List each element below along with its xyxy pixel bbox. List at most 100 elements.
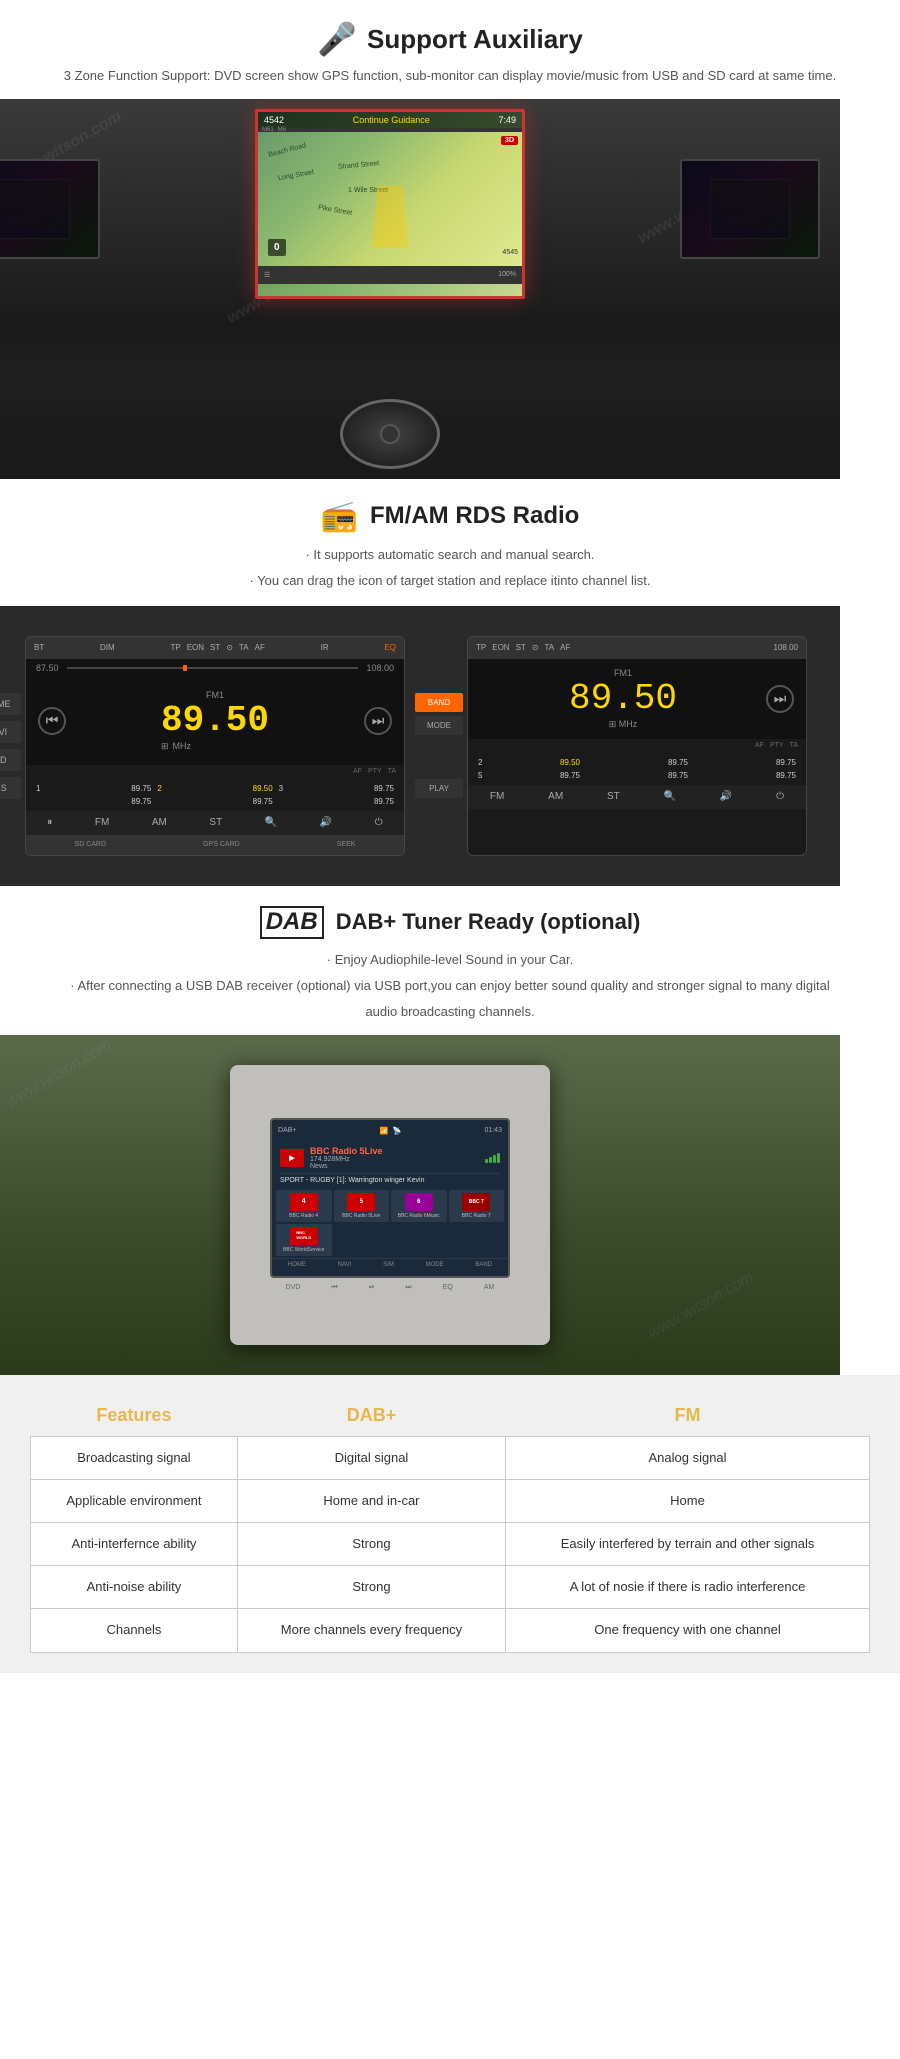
radio-mhz: ⊞MHz [161,741,269,752]
bbc7-logo: BBC 7 [462,1193,490,1211]
radio-freq-display-left: ⏮ FM1 89.50 ⊞MHz ⏭ [26,677,404,765]
mode-btn[interactable]: MODE [415,716,463,735]
dab-status-icons: 📶 📡 [380,1127,401,1135]
radio-icon-area: 📻 FM/AM RDS Radio [60,499,840,534]
signal-icon: 📡 [392,1127,401,1135]
dab-watermark-1: www.witson.com [3,1036,114,1111]
radio-unit-right: TPEONST⊙TAAF 108.00 FM1 89.50 ⊞ MHz ⏭ AF… [467,636,807,856]
nav-ams: AMS [0,777,21,799]
col-header-fm: FM [506,1395,870,1437]
dab-time: 01:43 [484,1127,502,1134]
preset-3: 389.75 [277,783,396,794]
dab-image-area: www.witson.com www.witson.com DAB+ 📶 📡 0… [0,1035,840,1375]
signal-strength [485,1153,500,1163]
gps-time: 7:49 [498,115,516,125]
radio-freq-left: 87.50 [36,663,59,673]
bbc4-logo: 4 [290,1193,318,1211]
dab-show-info: SPORT - RUGBY [1]: Warrington winger Kev… [280,1173,500,1184]
band-btn[interactable]: BAND [415,693,463,712]
dab-ch-7: BBC 7 BBC Radio 7 [449,1190,505,1222]
radio-fm-label: FM [95,817,109,828]
radio-seek-label: SEEK [337,841,356,848]
radio-forward-btn-right[interactable]: ⏭ [766,685,794,713]
auxiliary-icon-area: 🎤 Support Auxiliary [60,20,840,58]
nav-navi: NAVI [0,721,21,743]
bbc-world-logo: BBCWORLD [290,1227,318,1245]
fm-environment: Home [506,1479,870,1522]
fm-noise: A lot of nosie if there is radio interfe… [506,1566,870,1609]
radio-main-freq-right: 89.50 [480,678,766,719]
radio-freq-center: FM1 89.50 ⊞MHz [161,690,269,752]
table-row: Channels More channels every frequency O… [31,1609,870,1652]
radio-pty-row: AFPTYTA [26,765,404,779]
dab-ch-5live: 5 BBC Radio 5Live [334,1190,390,1222]
bbc-world-label: BBC WorldService [283,1247,324,1253]
right-monitor [680,159,820,259]
radio-bullet-1: · It supports automatic search and manua… [60,542,840,568]
radio-bt-label: BT [34,643,44,652]
radio-am-right: AM [548,791,563,802]
preset-r-6: 89.75 [692,770,798,781]
table-row: Applicable environment Home and in-car H… [31,1479,870,1522]
radio-pause-icon: ⏸ [47,817,52,828]
radio-unit-right-container: BAND MODE PLAY TPEONST⊙TAAF 108.00 FM1 8… [415,636,807,856]
feature-interference: Anti-interfernce ability [31,1522,238,1565]
dab-interference: Strong [237,1522,505,1565]
radio-dim-label: DIM [100,643,115,652]
radio-freq-display-right: FM1 89.50 ⊞ MHz ⏭ [468,659,806,739]
car-unit-controls: DVD ⏮ ⏯ ⏭ EQ AM [270,1284,510,1292]
bbc5-label: BBC Radio 5Live [342,1213,380,1219]
fm-broadcasting: Analog signal [506,1436,870,1479]
radio-sdcard-label: SD CARD [75,841,107,848]
dab-section: DAB DAB+ Tuner Ready (optional) · Enjoy … [0,886,900,1025]
fm-interference: Easily interfered by terrain and other s… [506,1522,870,1565]
preset-1: 189.75 [34,783,153,794]
comparison-tbody: Broadcasting signal Digital signal Analo… [31,1436,870,1652]
dab-radio-info: ▶ BBC Radio 5Live 174.928MHz News SPORT [272,1142,508,1188]
radio-icon: 📻 [321,499,358,534]
dab-station-name: BBC Radio 5Live [310,1146,383,1156]
radio-vol-icon: 🔊 [320,817,332,828]
fm-channels: One frequency with one channel [506,1609,870,1652]
radio-bullet-2: · You can drag the icon of target statio… [60,568,840,594]
dab-station-type: News [310,1163,383,1170]
feature-noise: Anti-noise ability [31,1566,238,1609]
preset-r-4: 589.75 [476,770,582,781]
radio-fm1-right: FM1 [480,668,766,678]
comparison-section: Features DAB+ FM Broadcasting signal Dig… [0,1375,900,1673]
col-header-dab: DAB+ [237,1395,505,1437]
radio-vol-right: 🔊 [720,791,732,802]
col-header-features: Features [31,1395,238,1437]
preset-r-2: 89.75 [584,757,690,768]
gps-screen: 4542 Continue Guidance 7:49 M61M6 Beach … [255,109,525,299]
preset-2: 289.50 [155,783,274,794]
radio-search-icon: 🔍 [265,817,277,828]
radio-freq-range: 87.50 108.00 [26,659,404,677]
radio-title: FM/AM RDS Radio [370,502,579,530]
preset-r-3: 89.75 [692,757,798,768]
feature-environment: Applicable environment [31,1479,238,1522]
radio-image-area: HOME NAVI DVD AMS BT DIM TPEONST⊙TAAF IR… [0,606,840,886]
bbc4-label: BBC Radio 4 [289,1213,318,1219]
radio-am-label: AM [152,817,167,828]
table-row: Anti-noise ability Strong A lot of nosie… [31,1566,870,1609]
preset-r-5: 89.75 [584,770,690,781]
radio-forward-btn[interactable]: ⏭ [364,707,392,735]
dab-channels: More channels every frequency [237,1609,505,1652]
radio-right-nav: BAND MODE PLAY [415,693,463,798]
station-logo: ▶ [280,1149,304,1167]
radio-top-bar-right: TPEONST⊙TAAF 108.00 [468,637,806,659]
dab-channels-grid: 4 BBC Radio 4 5 BBC Radio 5Live 6 BBC Ra… [272,1188,508,1258]
radio-st-label: ST [209,817,222,828]
radio-mhz-right: ⊞ MHz [480,719,766,730]
dab-bullet-2: · After connecting a USB DAB receiver (o… [60,973,840,1025]
play-btn[interactable]: PLAY [415,779,463,798]
dab-environment: Home and in-car [237,1479,505,1522]
nav-dvd: DVD [0,749,21,771]
auxiliary-section: 🎤 Support Auxiliary 3 Zone Function Supp… [0,0,900,87]
dab-bullets: · Enjoy Audiophile-level Sound in your C… [60,947,840,1025]
dab-screen-nav: HOME NAVI SIM MODE BAND [272,1258,508,1272]
radio-rewind-btn[interactable]: ⏮ [38,707,66,735]
preset-5: 89.75 [155,796,274,807]
preset-4: 89.75 [34,796,153,807]
